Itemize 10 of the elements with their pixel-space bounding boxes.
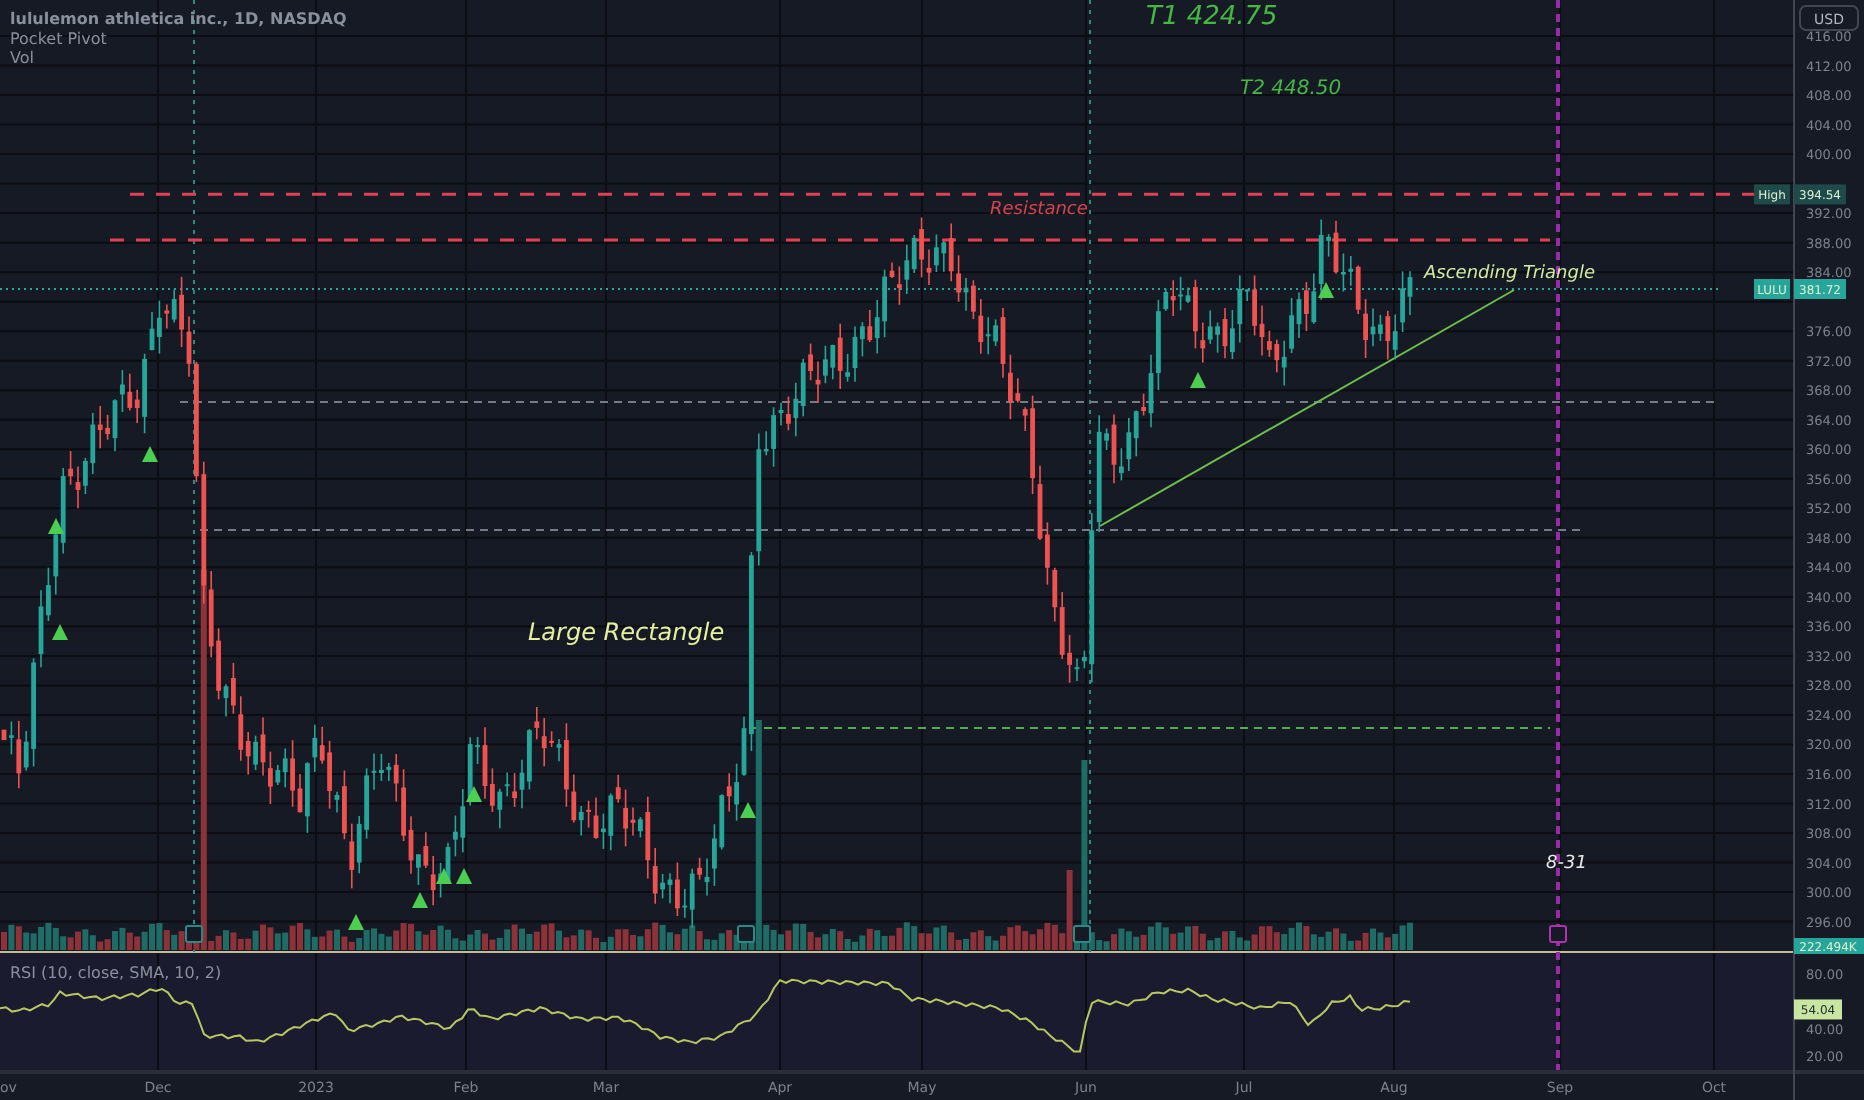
chart-annotation: Resistance xyxy=(990,200,1088,220)
indicator-legend[interactable]: Vol xyxy=(10,49,34,67)
chart-annotation: 8-31 xyxy=(1546,854,1587,874)
indicator-legend[interactable]: Pocket Pivot xyxy=(10,30,107,48)
chart-annotation: Large Rectangle xyxy=(528,618,725,646)
rsi-legend[interactable]: RSI (10, close, SMA, 10, 2) xyxy=(10,964,222,982)
symbol-legend: lululemon athletica inc., 1D, NASDAQ xyxy=(10,10,347,28)
chart-annotation: T2 448.50 xyxy=(1240,78,1342,100)
chart-annotation: T1 424.75 xyxy=(1146,2,1278,32)
chart-annotation: Ascending Triangle xyxy=(1424,264,1595,284)
